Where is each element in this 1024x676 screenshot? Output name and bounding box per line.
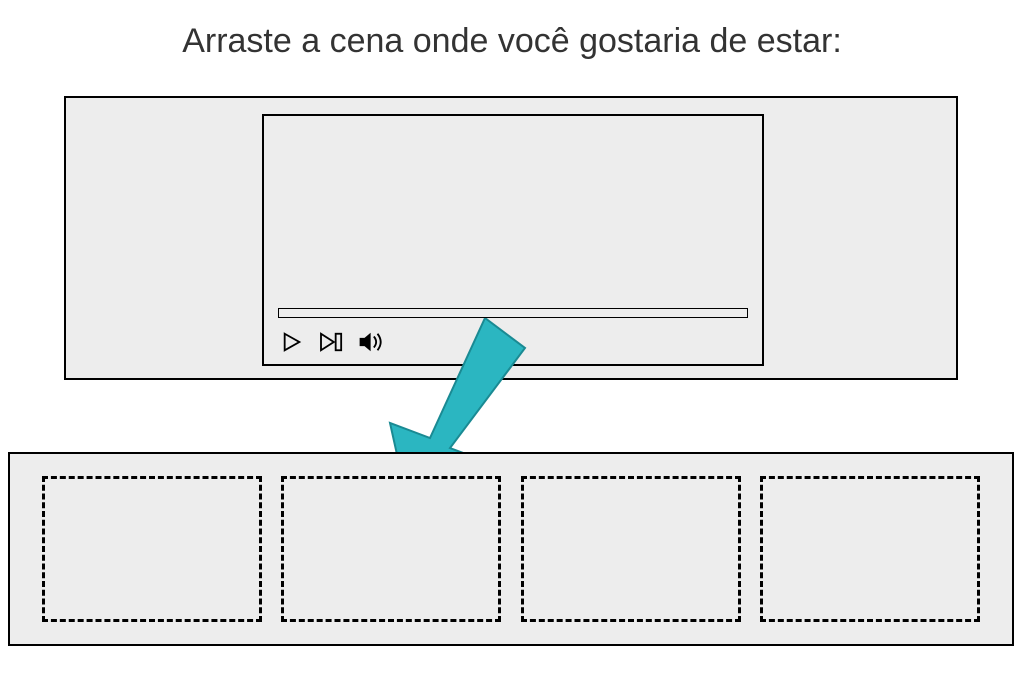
dropzone-1[interactable] (42, 476, 262, 622)
video-frame[interactable] (262, 114, 764, 366)
dropzone-2[interactable] (281, 476, 501, 622)
dropzone-3[interactable] (521, 476, 741, 622)
dropzone-4[interactable] (760, 476, 980, 622)
video-preview-panel (64, 96, 958, 380)
volume-icon[interactable] (358, 330, 386, 354)
dropzones-panel (8, 452, 1014, 646)
video-controls (278, 330, 386, 354)
page-title: Arraste a cena onde você gostaria de est… (0, 0, 1024, 61)
play-step-icon[interactable] (318, 330, 346, 354)
play-icon[interactable] (278, 330, 306, 354)
progress-bar[interactable] (278, 308, 748, 318)
